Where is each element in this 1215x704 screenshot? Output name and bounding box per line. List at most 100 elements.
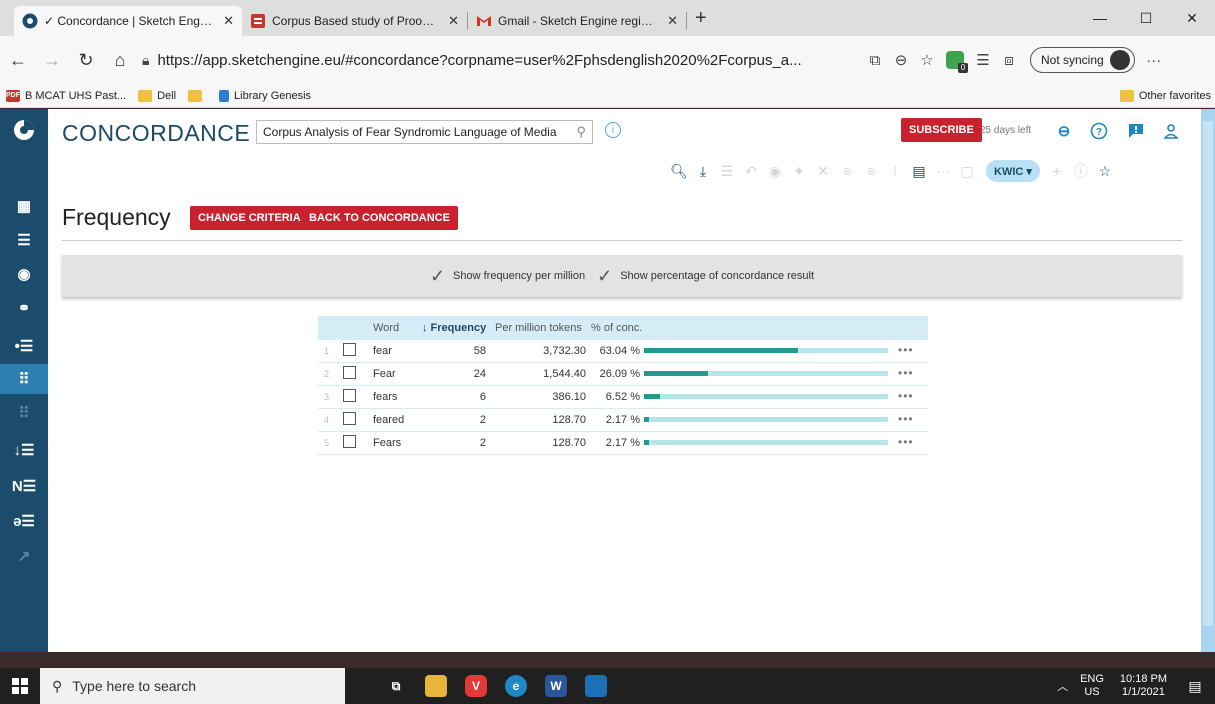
- word-icon[interactable]: W: [545, 675, 567, 697]
- corpus-selector[interactable]: Corpus Analysis of Fear Syndromic Langua…: [256, 120, 593, 144]
- tab-close-icon[interactable]: ✕: [223, 13, 234, 29]
- row-checkbox[interactable]: [343, 343, 356, 356]
- close-window-icon[interactable]: ✕: [1169, 0, 1215, 36]
- row-more-icon[interactable]: •••: [898, 343, 914, 357]
- user-account-icon[interactable]: [1161, 121, 1181, 141]
- maximize-icon[interactable]: ☐: [1123, 0, 1169, 36]
- chevron-up-icon[interactable]: ︿: [1057, 678, 1068, 694]
- list-menu-icon[interactable]: ☰: [0, 225, 48, 255]
- header-percent-conc[interactable]: % of conc.: [591, 322, 642, 334]
- keywords-icon[interactable]: ↓☰: [0, 435, 48, 465]
- add-icon[interactable]: +: [1046, 163, 1068, 179]
- thesaurus-icon[interactable]: ⚭: [0, 293, 48, 323]
- view-icon[interactable]: ◉: [764, 163, 786, 180]
- ngrams-icon[interactable]: N☰: [0, 471, 48, 501]
- scrollbar-thumb[interactable]: [1203, 121, 1213, 626]
- header-frequency[interactable]: ↓ Frequency: [422, 322, 486, 334]
- tab-corpus-study[interactable]: Corpus Based study of Proounʷ ✕: [242, 6, 467, 36]
- task-view-icon[interactable]: ⧉: [385, 675, 407, 697]
- download-icon[interactable]: ⤓: [692, 163, 714, 180]
- home-icon[interactable]: ⌂: [104, 44, 136, 76]
- zoom-icon[interactable]: ⊖: [888, 51, 914, 69]
- edge-browser-icon[interactable]: e: [505, 675, 527, 697]
- vivaldi-icon[interactable]: V: [465, 675, 487, 697]
- url-field[interactable]: 🔒︎ https://app.sketchengine.eu/#concorda…: [142, 45, 862, 75]
- favorite-star-icon[interactable]: ☆: [1094, 163, 1116, 180]
- header-word[interactable]: Word: [373, 322, 399, 334]
- favorite-star-icon[interactable]: ☆: [914, 51, 940, 69]
- bookmark-dell[interactable]: Dell: [138, 89, 176, 102]
- page-scrollbar[interactable]: [1201, 109, 1215, 652]
- bookmark-blank[interactable]: [188, 89, 207, 102]
- row-word[interactable]: fears: [373, 391, 397, 403]
- shuffle-icon[interactable]: ✕: [812, 163, 834, 180]
- sort-icon[interactable]: ≡: [836, 163, 858, 179]
- change-criteria-button[interactable]: CHANGE CRITERIA: [190, 206, 309, 230]
- clock[interactable]: 10:18 PM 1/1/2021: [1120, 673, 1167, 699]
- row-word[interactable]: feared: [373, 414, 404, 426]
- row-checkbox[interactable]: [343, 366, 356, 379]
- view-options-icon[interactable]: ☰: [716, 163, 738, 180]
- bookmark-library-genesis[interactable]: Library Genesis: [219, 89, 311, 102]
- row-more-icon[interactable]: •••: [898, 366, 914, 380]
- refresh-icon[interactable]: ↻: [70, 44, 102, 76]
- favorites-list-icon[interactable]: ☰: [970, 51, 996, 69]
- help-icon[interactable]: ?: [1089, 121, 1109, 141]
- taskbar-search-box[interactable]: ⚲ Type here to search: [40, 668, 345, 704]
- more-menu-icon[interactable]: ···: [1141, 52, 1167, 69]
- wordlist-icon[interactable]: •☰: [0, 331, 48, 361]
- language-indicator[interactable]: ENG US: [1080, 673, 1104, 699]
- tab-close-icon[interactable]: ✕: [667, 13, 678, 29]
- tab-close-icon[interactable]: ✕: [448, 13, 459, 29]
- more-tools-icon[interactable]: ···: [932, 163, 954, 179]
- back-arrow-icon[interactable]: ←: [2, 44, 34, 76]
- info-icon[interactable]: ⓘ: [1070, 161, 1092, 181]
- search-refine-icon[interactable]: 🔍︎: [668, 163, 690, 180]
- collocations-icon[interactable]: ⁞: [884, 163, 906, 179]
- read-aloud-icon[interactable]: ⧉: [862, 52, 888, 69]
- kwic-dropdown[interactable]: KWIC ▾: [986, 160, 1040, 182]
- new-tab-button[interactable]: +: [695, 7, 707, 30]
- row-word[interactable]: Fear: [373, 368, 396, 380]
- target-icon[interactable]: ◉: [0, 259, 48, 289]
- trends-list-icon[interactable]: ǝ☰: [0, 506, 48, 536]
- row-more-icon[interactable]: •••: [898, 389, 914, 403]
- windows-start-icon[interactable]: [0, 668, 40, 704]
- show-percentage-option[interactable]: ✓ Show percentage of concordance result: [597, 266, 814, 287]
- feedback-icon[interactable]: [1126, 121, 1146, 141]
- row-word[interactable]: Fears: [373, 437, 401, 449]
- back-to-concordance-button[interactable]: BACK TO CONCORDANCE: [301, 206, 458, 230]
- corpus-info-icon[interactable]: i: [605, 122, 621, 138]
- sync-profile-button[interactable]: Not syncing: [1030, 47, 1135, 73]
- concordance-icon[interactable]: ⠿: [0, 364, 48, 394]
- row-checkbox[interactable]: [343, 389, 356, 402]
- forward-arrow-icon[interactable]: →: [36, 44, 68, 76]
- gdex-icon[interactable]: ✦: [788, 163, 810, 180]
- trends-chart-icon[interactable]: ↗: [0, 541, 48, 571]
- sketch-engine-logo-icon[interactable]: [0, 115, 48, 145]
- row-more-icon[interactable]: •••: [898, 412, 914, 426]
- row-more-icon[interactable]: •••: [898, 435, 914, 449]
- tab-gmail[interactable]: Gmail - Sketch Engine registratio ✕: [468, 6, 686, 36]
- filter-icon[interactable]: ≡: [860, 163, 882, 179]
- visualize-icon[interactable]: ▢: [956, 163, 978, 180]
- subscribe-button[interactable]: SUBSCRIBE: [901, 118, 982, 142]
- row-checkbox[interactable]: [343, 412, 356, 425]
- file-explorer-icon[interactable]: [425, 675, 447, 697]
- parallel-concordance-icon[interactable]: ⠿: [0, 398, 48, 428]
- undo-icon[interactable]: ↶: [740, 163, 762, 180]
- dashboard-icon[interactable]: ▦: [0, 191, 48, 221]
- bookmark-mcat[interactable]: PDF B MCAT UHS Past...: [6, 89, 126, 102]
- minimize-icon[interactable]: —: [1077, 0, 1123, 36]
- photos-icon[interactable]: [585, 675, 607, 697]
- header-per-million[interactable]: Per million tokens: [495, 322, 582, 334]
- row-checkbox[interactable]: [343, 435, 356, 448]
- row-word[interactable]: fear: [373, 345, 392, 357]
- extension-shield-icon[interactable]: [946, 51, 968, 73]
- collections-icon[interactable]: ⧈: [996, 52, 1022, 69]
- other-favorites[interactable]: Other favorites: [1119, 89, 1211, 102]
- link-icon[interactable]: ⊖: [1054, 121, 1074, 141]
- notification-icon[interactable]: ▤: [1175, 678, 1215, 695]
- tab-concordance[interactable]: ✓ Concordance | Sketch Engine ✕: [14, 6, 242, 36]
- frequency-icon[interactable]: ▤: [908, 163, 930, 180]
